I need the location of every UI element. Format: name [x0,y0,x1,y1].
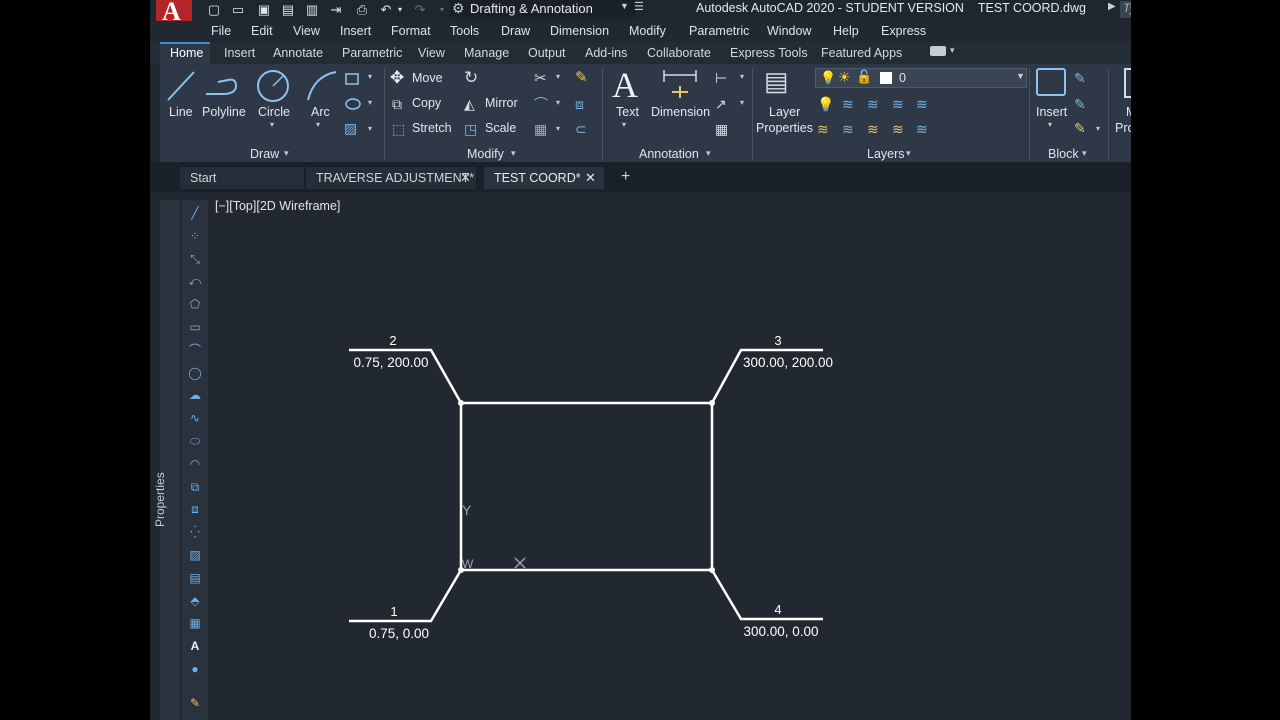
point-coords-3: 300.00, 200.00 [743,355,833,370]
point-coords-4: 300.00, 0.00 [743,624,818,639]
point-coords-2: 0.75, 200.00 [353,355,428,370]
drawing-canvas[interactable]: 2 0.75, 200.00 3 300.00, 200.00 1 0.75, … [150,0,1131,720]
point-label-1: 1 [390,604,397,619]
point-label-2: 2 [389,333,396,348]
ucs-y-label: Y [462,502,472,518]
point-label-4: 4 [774,602,781,617]
ucs-w-label: W [462,557,474,571]
point-label-3: 3 [774,333,781,348]
leader-point-4 [710,569,823,621]
point-coords-1: 0.75, 0.00 [369,626,429,641]
vertex-marker [709,400,715,406]
vertex-marker [709,567,715,573]
traverse-rectangle [459,401,714,572]
vertex-marker [458,400,464,406]
autocad-window: A ▢ ▭ ▣ ▤ ▥ ⇥ ⎙ ↶ ▾ ↷ ▾ ⚙ Drafting & Ann… [150,0,1131,720]
ucs-icon: Y W [462,502,526,571]
leader-point-1 [349,569,463,623]
